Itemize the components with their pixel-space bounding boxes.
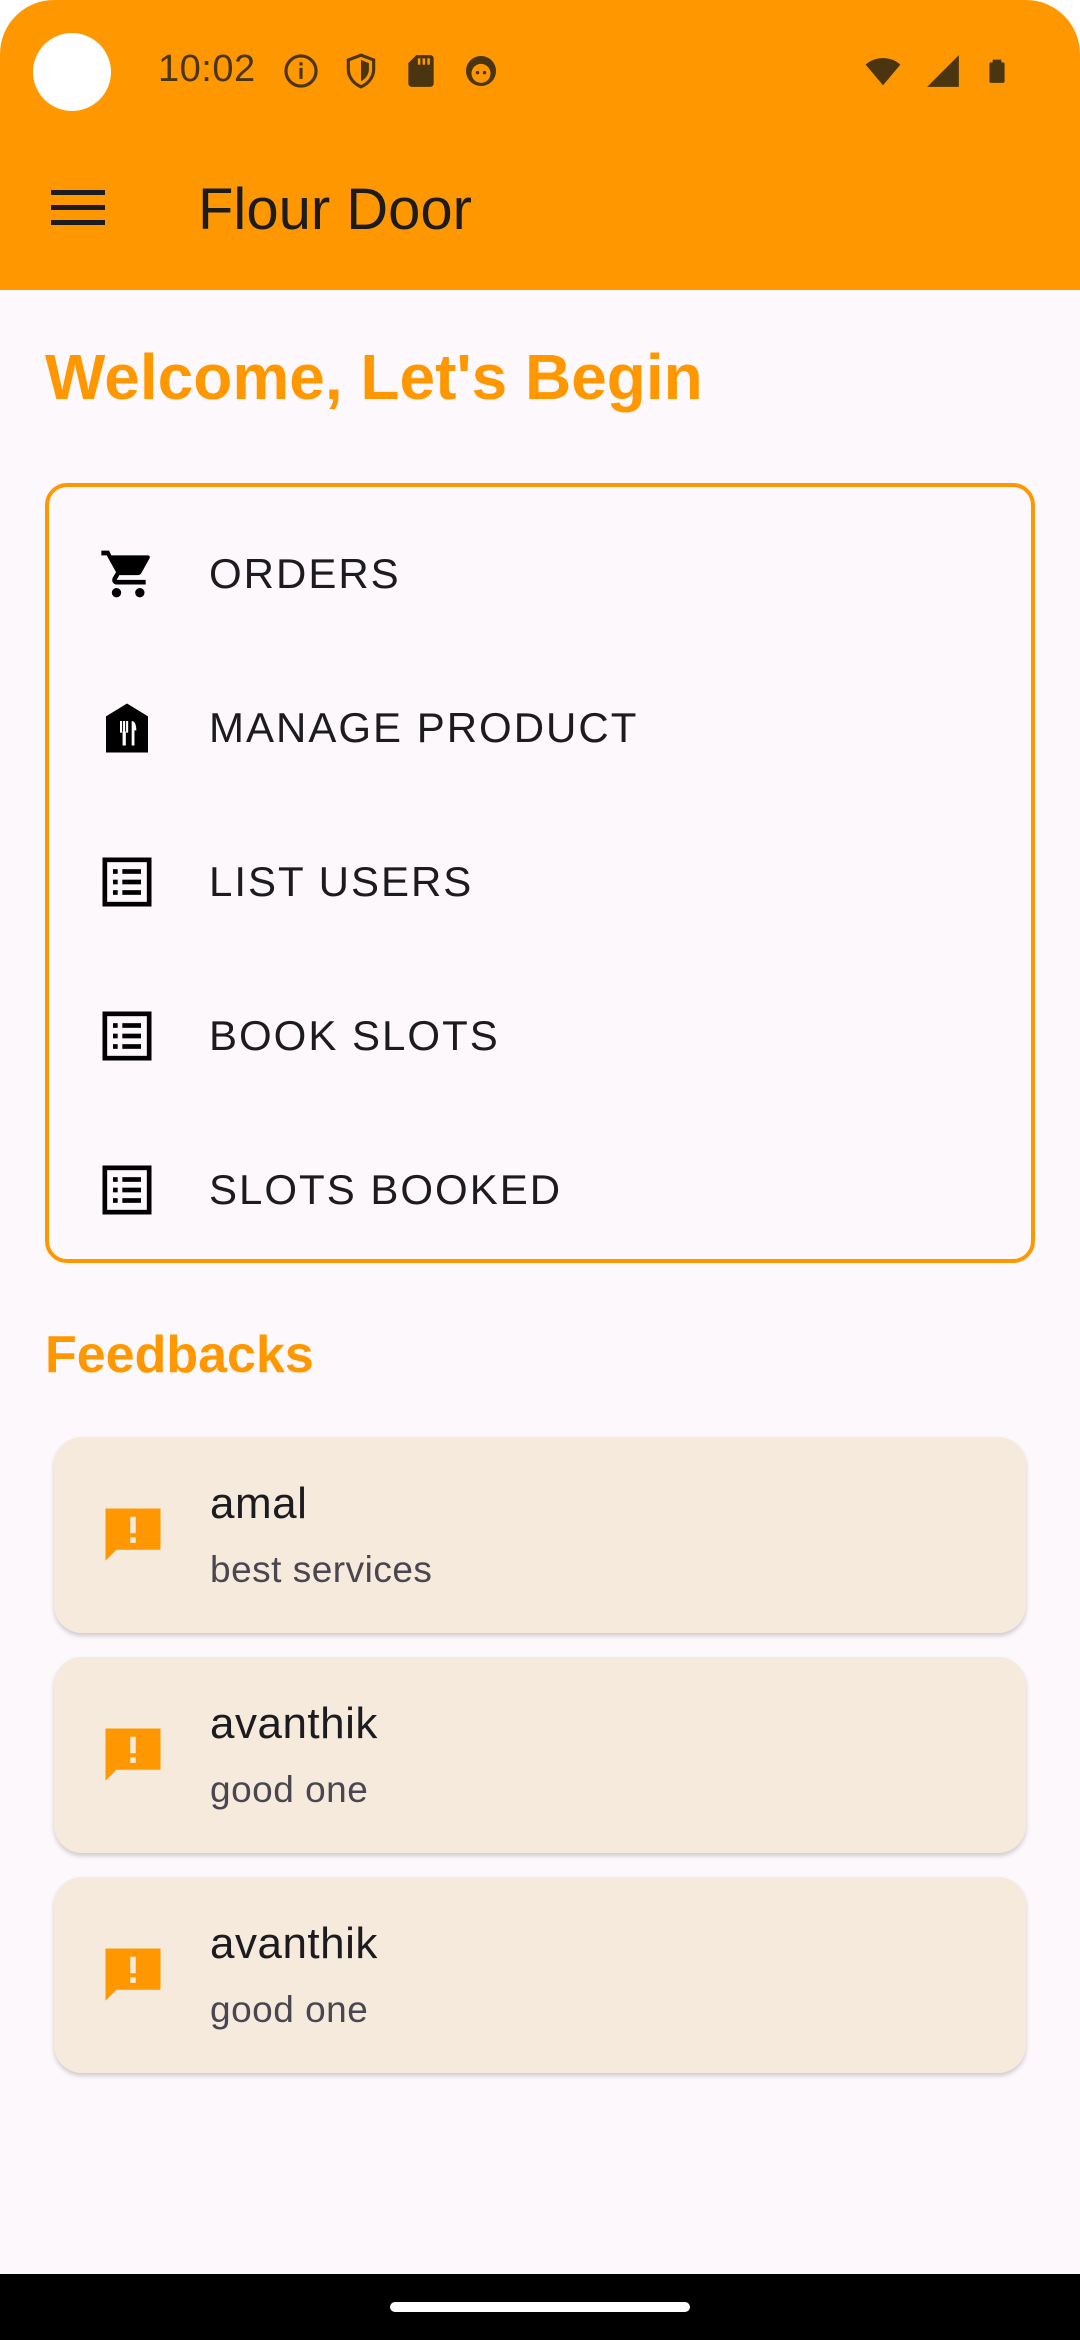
feedback-user-name: amal	[210, 1479, 308, 1528]
feedback-icon	[105, 1508, 161, 1561]
list-icon	[102, 1011, 152, 1061]
feedbacks-heading: Feedbacks	[45, 1326, 314, 1384]
camera-cutout	[33, 33, 111, 111]
hamburger-menu-button[interactable]	[40, 170, 116, 246]
app-bar: Flour Door	[0, 140, 1080, 290]
list-icon	[102, 1165, 152, 1215]
feedback-message: best services	[210, 1549, 433, 1590]
feedback-icon	[105, 1948, 161, 2001]
wifi-icon	[865, 58, 901, 86]
menu-item-orders[interactable]: ORDERS	[49, 497, 1031, 651]
signal-icon	[927, 55, 959, 87]
feedback-message: good one	[210, 1989, 369, 2030]
shield-icon	[346, 53, 376, 89]
feedback-user-name: avanthik	[210, 1919, 378, 1968]
status-bar: 10:02	[0, 0, 1080, 140]
app-title: Flour Door	[198, 177, 472, 242]
battery-icon	[989, 59, 1005, 83]
info-icon	[284, 54, 318, 88]
top-bar: 10:02 Flour Door	[0, 0, 1080, 290]
menu-item-book-slots[interactable]: BOOK SLOTS	[49, 959, 1031, 1113]
app-screen: 10:02 Flour Door Welcome, Let's Begin OR…	[0, 0, 1080, 2340]
feedback-user-name: avanthik	[210, 1699, 378, 1748]
admin-menu-card: ORDERS MANAGE PRODUCT LIST USERS BOOK SL…	[45, 483, 1035, 1263]
feedback-card[interactable]: amal best services	[54, 1437, 1026, 1633]
feedback-icon	[105, 1728, 161, 1781]
menu-item-slots-booked[interactable]: SLOTS BOOKED	[49, 1113, 1031, 1267]
sd-card-icon	[408, 55, 434, 87]
menu-item-label: BOOK SLOTS	[209, 1012, 500, 1059]
menu-item-label: MANAGE PRODUCT	[209, 704, 639, 751]
menu-item-label: SLOTS BOOKED	[209, 1166, 563, 1213]
menu-item-list-users[interactable]: LIST USERS	[49, 805, 1031, 959]
menu-item-label: ORDERS	[209, 550, 401, 597]
cart-icon	[101, 550, 150, 598]
home-gesture-handle[interactable]	[390, 2302, 690, 2312]
store-food-icon	[106, 703, 148, 753]
feedback-card[interactable]: avanthik good one	[54, 1657, 1026, 1853]
status-time: 10:02	[158, 48, 256, 90]
feedback-card[interactable]: avanthik good one	[54, 1877, 1026, 2073]
welcome-heading: Welcome, Let's Begin	[45, 341, 703, 413]
feedback-message: good one	[210, 1769, 369, 1810]
face-icon	[465, 55, 497, 87]
hamburger-menu-icon	[51, 190, 105, 225]
menu-item-manage-product[interactable]: MANAGE PRODUCT	[49, 651, 1031, 805]
menu-item-label: LIST USERS	[209, 858, 474, 905]
list-icon	[102, 857, 152, 907]
